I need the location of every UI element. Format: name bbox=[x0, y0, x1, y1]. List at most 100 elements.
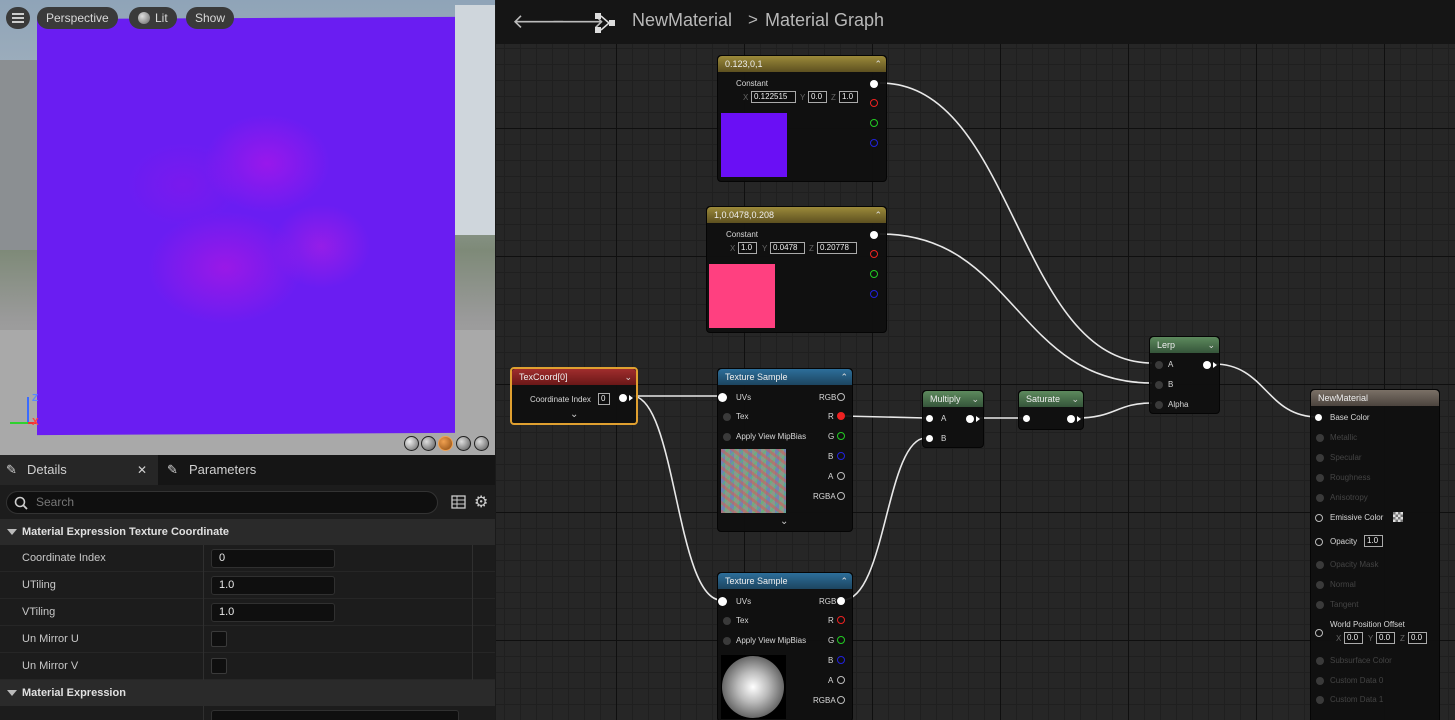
table-view-icon[interactable] bbox=[451, 495, 466, 509]
output-pin-a[interactable] bbox=[837, 472, 845, 480]
output-pin-b[interactable] bbox=[870, 139, 878, 147]
input-pin-tex[interactable] bbox=[723, 413, 731, 421]
un-mirror-v-checkbox[interactable] bbox=[211, 658, 227, 674]
input-pin-opacity[interactable] bbox=[1315, 538, 1323, 546]
input-pin[interactable] bbox=[1023, 415, 1030, 422]
y-value-field[interactable]: 0.0478 bbox=[770, 242, 805, 254]
input-pin-uvs[interactable] bbox=[718, 393, 727, 402]
output-pin-g[interactable] bbox=[837, 636, 845, 644]
output-pin-rgb[interactable] bbox=[837, 393, 845, 401]
output-pin-rgb[interactable] bbox=[837, 597, 845, 605]
input-pin-metallic[interactable] bbox=[1316, 434, 1324, 442]
collapse-icon[interactable]: ⌃ bbox=[840, 573, 848, 589]
breadcrumb-asset[interactable]: NewMaterial bbox=[632, 10, 732, 31]
input-pin-custom-data-1[interactable] bbox=[1316, 696, 1324, 704]
tab-parameters[interactable]: ✎ Parameters bbox=[163, 455, 303, 485]
material-graph-canvas[interactable]: 🡐 🡒 NewMaterial > Material Graph 0.123,0… bbox=[496, 0, 1455, 720]
details-search-input[interactable]: Search bbox=[6, 491, 438, 514]
output-pin-rgba[interactable] bbox=[837, 492, 845, 500]
gear-icon[interactable]: ⚙ bbox=[474, 492, 488, 511]
texcoord-node[interactable]: TexCoord[0] ⌄ Coordinate Index 0 ⌄ bbox=[510, 367, 638, 425]
category-texture-coordinate[interactable]: Material Expression Texture Coordinate bbox=[0, 519, 495, 545]
texture-sample-node-1[interactable]: Texture Sample ⌃ UVs Tex Apply View MipB… bbox=[717, 368, 853, 532]
vtiling-field[interactable]: 1.0 bbox=[211, 603, 335, 622]
input-pin-a[interactable] bbox=[1155, 361, 1163, 369]
perspective-button[interactable]: Perspective bbox=[37, 7, 118, 29]
preview-shape-teapot-icon[interactable] bbox=[474, 436, 489, 451]
node-header[interactable]: Saturate ⌄ bbox=[1019, 391, 1083, 407]
lerp-node[interactable]: Lerp ⌄ A B Alpha bbox=[1149, 336, 1220, 414]
output-pin-b[interactable] bbox=[870, 290, 878, 298]
texture-sample-node-2[interactable]: Texture Sample ⌃ UVs Tex Apply View MipB… bbox=[717, 572, 853, 720]
coordinate-index-field[interactable]: 0 bbox=[211, 549, 335, 568]
close-icon[interactable]: ✕ bbox=[137, 455, 147, 485]
preview-shape-cylinder-icon[interactable] bbox=[404, 436, 419, 451]
category-material-expression[interactable]: Material Expression bbox=[0, 680, 495, 706]
chevron-down-icon[interactable]: ⌄ bbox=[1071, 391, 1079, 407]
output-pin-r[interactable] bbox=[837, 412, 845, 420]
input-pin-base-color[interactable] bbox=[1315, 414, 1322, 421]
node-header[interactable]: Multiply ⌄ bbox=[923, 391, 983, 407]
output-pin-g[interactable] bbox=[870, 119, 878, 127]
z-value-field[interactable]: 1.0 bbox=[839, 91, 858, 103]
wpo-x-field[interactable]: 0.0 bbox=[1344, 632, 1363, 644]
node-header[interactable]: TexCoord[0] ⌄ bbox=[512, 369, 636, 385]
output-pin[interactable] bbox=[619, 394, 627, 402]
output-pin[interactable] bbox=[870, 80, 878, 88]
output-pin-r[interactable] bbox=[870, 250, 878, 258]
output-pin[interactable] bbox=[1067, 415, 1075, 423]
chevron-down-icon[interactable]: ⌄ bbox=[570, 409, 578, 420]
input-pin-tex[interactable] bbox=[723, 617, 731, 625]
x-value-field[interactable]: 1.0 bbox=[738, 242, 757, 254]
input-pin-alpha[interactable] bbox=[1155, 401, 1163, 409]
input-pin-tangent[interactable] bbox=[1316, 601, 1324, 609]
y-value-field[interactable]: 0.0 bbox=[808, 91, 827, 103]
output-pin-rgba[interactable] bbox=[837, 696, 845, 704]
multiply-node[interactable]: Multiply ⌄ A B bbox=[922, 390, 984, 448]
node-header[interactable]: Texture Sample ⌃ bbox=[718, 573, 852, 589]
node-header[interactable]: 1,0.0478,0.208 ⌃ bbox=[707, 207, 886, 223]
input-pin-b[interactable] bbox=[1155, 381, 1163, 389]
wpo-y-field[interactable]: 0.0 bbox=[1376, 632, 1395, 644]
input-pin-b[interactable] bbox=[926, 435, 933, 442]
constant3vector-node-1[interactable]: 0.123,0,1 ⌃ Constant X 0.122515 Y 0.0 Z … bbox=[717, 55, 887, 182]
preview-shape-cube-icon[interactable] bbox=[456, 436, 471, 451]
output-pin[interactable] bbox=[1203, 361, 1211, 369]
input-pin-roughness[interactable] bbox=[1316, 474, 1324, 482]
utiling-field[interactable]: 1.0 bbox=[211, 576, 335, 595]
output-pin[interactable] bbox=[870, 231, 878, 239]
constant3vector-node-2[interactable]: 1,0.0478,0.208 ⌃ Constant X 1.0 Y 0.0478… bbox=[706, 206, 887, 333]
preview-shape-sphere-icon[interactable] bbox=[421, 436, 436, 451]
coordinate-index-field[interactable]: 0 bbox=[598, 393, 610, 405]
input-pin-emissive-color[interactable] bbox=[1315, 514, 1323, 522]
input-pin-a[interactable] bbox=[926, 415, 933, 422]
output-pin-r[interactable] bbox=[870, 99, 878, 107]
chevron-down-icon[interactable]: ⌄ bbox=[624, 369, 632, 385]
chevron-down-icon[interactable]: ⌄ bbox=[971, 391, 979, 407]
input-pin-subsurface-color[interactable] bbox=[1316, 657, 1324, 665]
viewport-menu-button[interactable] bbox=[6, 7, 30, 29]
partial-field[interactable] bbox=[211, 710, 459, 720]
input-pin-custom-data-0[interactable] bbox=[1316, 677, 1324, 685]
collapse-icon[interactable]: ⌃ bbox=[840, 369, 848, 385]
lit-button[interactable]: Lit bbox=[129, 7, 177, 29]
opacity-value-field[interactable]: 1.0 bbox=[1364, 535, 1383, 547]
collapse-icon[interactable]: ⌃ bbox=[874, 56, 882, 72]
saturate-node[interactable]: Saturate ⌄ bbox=[1018, 390, 1084, 430]
output-pin-r[interactable] bbox=[837, 616, 845, 624]
output-pin-b[interactable] bbox=[837, 656, 845, 664]
output-pin-g[interactable] bbox=[837, 432, 845, 440]
preview-shape-plane-icon[interactable] bbox=[438, 436, 453, 451]
collapse-icon[interactable]: ⌃ bbox=[874, 207, 882, 223]
output-pin-b[interactable] bbox=[837, 452, 845, 460]
input-pin-anisotropy[interactable] bbox=[1316, 494, 1324, 502]
un-mirror-u-checkbox[interactable] bbox=[211, 631, 227, 647]
node-header[interactable]: Texture Sample ⌃ bbox=[718, 369, 852, 385]
chevron-down-icon[interactable]: ⌄ bbox=[780, 516, 788, 527]
x-value-field[interactable]: 0.122515 bbox=[751, 91, 796, 103]
show-button[interactable]: Show bbox=[186, 7, 235, 29]
output-pin-g[interactable] bbox=[870, 270, 878, 278]
chevron-down-icon[interactable]: ⌄ bbox=[1207, 337, 1215, 353]
output-pin[interactable] bbox=[966, 415, 974, 423]
input-pin-normal[interactable] bbox=[1316, 581, 1324, 589]
